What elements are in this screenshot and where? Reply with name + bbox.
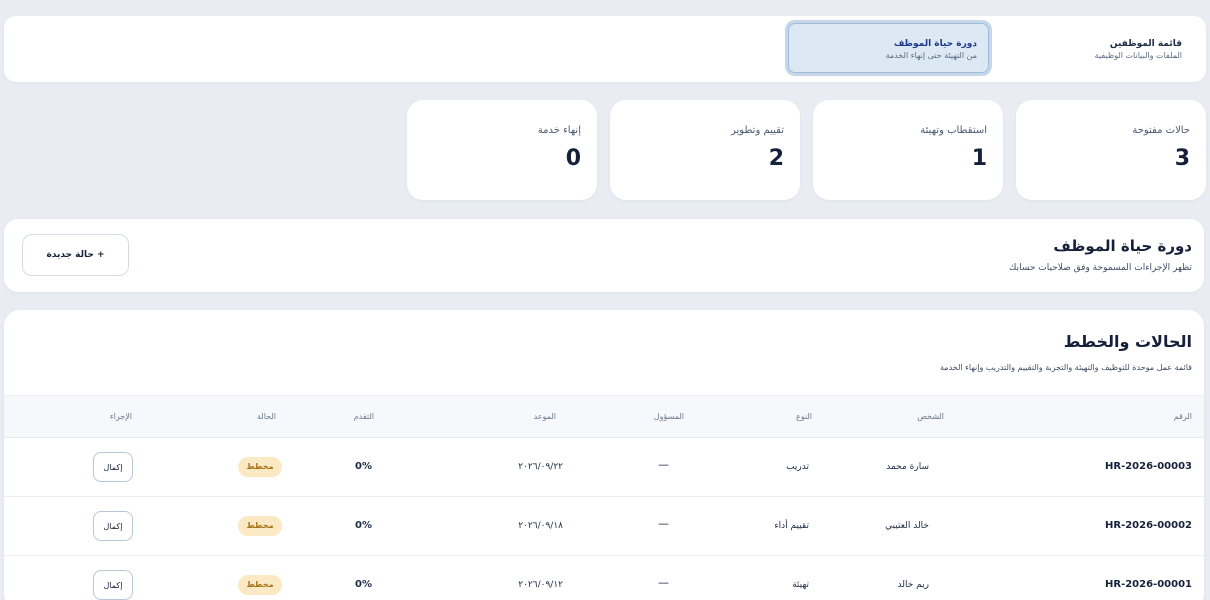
case-person: سارة محمد — [886, 462, 929, 472]
tab-employee-lifecycle-title: دورة حياة الموظف — [893, 39, 977, 49]
stat-value: 2 — [768, 146, 784, 171]
section-title: دورة حياة الموظف — [1053, 237, 1192, 255]
tab-employee-list-subtitle: الملفات والبيانات الوظيفية — [1094, 51, 1182, 60]
complete-button[interactable]: إكمال — [93, 511, 133, 541]
cases-panel: الحالات والخطط قائمة عمل موحدة للتوظيف و… — [4, 310, 1204, 600]
header-status: الحالة — [257, 412, 276, 421]
case-progress: 0% — [355, 461, 372, 472]
header-id: الرقم — [1173, 412, 1192, 421]
case-progress: 0% — [355, 579, 372, 590]
tab-employee-lifecycle[interactable]: دورة حياة الموظف من التهيئة حتى إنهاء ال… — [785, 20, 992, 76]
case-type: تهيئة — [792, 580, 809, 590]
case-owner: — — [658, 458, 669, 471]
stat-card-evaluation-development: تقييم وتطوير 2 — [610, 100, 800, 200]
case-due-date: ٢٠٢٦/٠٩/٢٢ — [518, 462, 563, 472]
status-badge: مخطط — [238, 575, 282, 595]
top-tab-bar: قائمة الموظفين الملفات والبيانات الوظيفي… — [4, 16, 1206, 82]
stat-label: إنهاء خدمة — [537, 125, 581, 136]
stat-label: تقييم وتطوير — [731, 125, 784, 136]
header-owner: المسؤول — [653, 412, 684, 421]
header-progress: التقدم — [353, 412, 374, 421]
case-person: خالد العتيبي — [885, 521, 929, 531]
case-owner: — — [658, 576, 669, 589]
header-due: الموعد — [533, 412, 556, 421]
case-due-date: ٢٠٢٦/٠٩/١٢ — [518, 580, 563, 590]
tab-employee-lifecycle-subtitle: من التهيئة حتى إنهاء الخدمة — [885, 51, 977, 60]
case-person: ريم خالد — [897, 580, 929, 590]
case-owner: — — [658, 517, 669, 530]
case-type: تقييم أداء — [774, 521, 809, 531]
stat-card-recruitment-onboarding: استقطاب وتهيئة 1 — [813, 100, 1003, 200]
stat-value: 1 — [971, 146, 987, 171]
section-subtitle: تظهر الإجراءات المسموحة وفق صلاحيات حساب… — [1009, 263, 1192, 273]
table-row: HR-2026-00001 ريم خالد تهيئة — ٢٠٢٦/٠٩/١… — [4, 556, 1204, 600]
case-due-date: ٢٠٢٦/٠٩/١٨ — [518, 521, 563, 531]
stat-value: 3 — [1174, 146, 1190, 171]
tab-employee-list-title: قائمة الموظفين — [1109, 39, 1182, 49]
tab-employee-list[interactable]: قائمة الموظفين الملفات والبيانات الوظيفي… — [1004, 20, 1194, 76]
stat-card-termination: إنهاء خدمة 0 — [407, 100, 597, 200]
case-id: HR-2026-00002 — [1105, 520, 1192, 531]
cases-panel-subtitle: قائمة عمل موحدة للتوظيف والتهيئة والتجرب… — [940, 363, 1192, 372]
header-action: الإجراء — [109, 412, 132, 421]
status-badge: مخطط — [238, 516, 282, 536]
complete-button[interactable]: إكمال — [93, 452, 133, 482]
table-header: الرقم الشخص النوع المسؤول الموعد التقدم … — [4, 395, 1204, 438]
new-case-button[interactable]: + حالة جديدة — [22, 234, 129, 276]
case-id: HR-2026-00003 — [1105, 461, 1192, 472]
stat-value: 0 — [565, 146, 581, 171]
complete-button[interactable]: إكمال — [93, 570, 133, 600]
header-person: الشخص — [917, 412, 944, 421]
header-type: النوع — [796, 412, 812, 421]
case-type: تدريب — [786, 462, 809, 472]
table-row: HR-2026-00002 خالد العتيبي تقييم أداء — … — [4, 497, 1204, 556]
stat-card-open-cases: حالات مفتوحة 3 — [1016, 100, 1206, 200]
cases-panel-title: الحالات والخطط — [1063, 332, 1192, 351]
stat-label: حالات مفتوحة — [1132, 125, 1190, 136]
case-progress: 0% — [355, 520, 372, 531]
stat-label: استقطاب وتهيئة — [920, 125, 987, 136]
lifecycle-section-header: دورة حياة الموظف تظهر الإجراءات المسموحة… — [4, 219, 1204, 292]
status-badge: مخطط — [238, 457, 282, 477]
table-row: HR-2026-00003 سارة محمد تدريب — ٢٠٢٦/٠٩/… — [4, 438, 1204, 497]
case-id: HR-2026-00001 — [1105, 579, 1192, 590]
